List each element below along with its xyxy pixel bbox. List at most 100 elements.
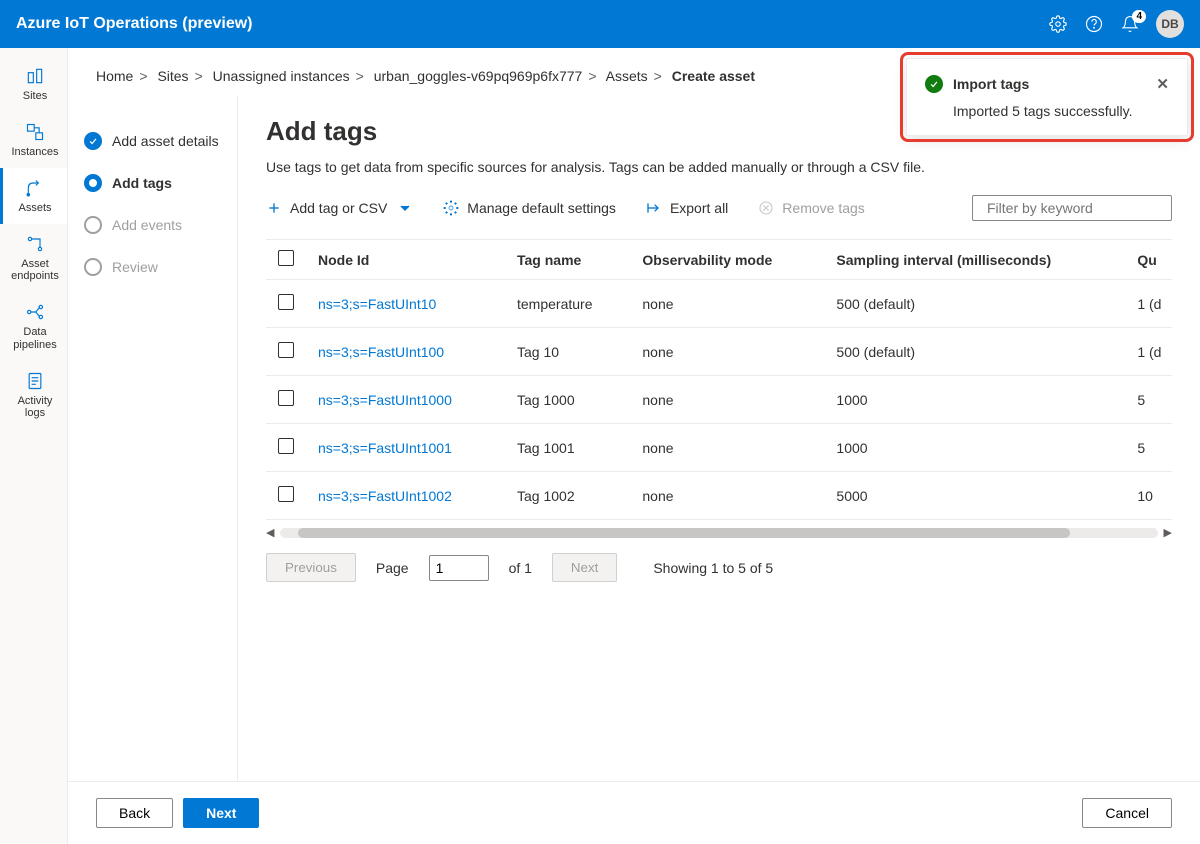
table-row[interactable]: ns=3;s=FastUInt1002Tag 1002none500010 — [266, 472, 1172, 520]
breadcrumb-instance[interactable]: urban_goggles-v69pq969p6fx777 — [374, 68, 583, 84]
sampling-cell: 500 (default) — [824, 280, 1125, 328]
step-review[interactable]: Review — [84, 246, 221, 288]
table-row[interactable]: ns=3;s=FastUInt100Tag 10none500 (default… — [266, 328, 1172, 376]
breadcrumb-assets[interactable]: Assets — [606, 68, 648, 84]
page-label: Page — [376, 560, 409, 576]
tag-name-cell: Tag 10 — [505, 328, 630, 376]
col-tag-name[interactable]: Tag name — [505, 240, 630, 280]
settings-icon[interactable] — [1048, 14, 1068, 34]
queue-cell: 10 — [1125, 472, 1172, 520]
page-of-label: of 1 — [509, 560, 532, 576]
next-page-button: Next — [552, 553, 617, 582]
nav-activity-logs[interactable]: Activity logs — [0, 361, 67, 429]
col-sampling[interactable]: Sampling interval (milliseconds) — [824, 240, 1125, 280]
queue-cell: 5 — [1125, 424, 1172, 472]
nav-data-pipelines[interactable]: Data pipelines — [0, 292, 67, 360]
nav-sites[interactable]: Sites — [0, 56, 67, 112]
main-panel: Add tags Use tags to get data from speci… — [238, 96, 1200, 781]
import-success-toast: Import tags ✕ Imported 5 tags successful… — [906, 58, 1188, 136]
node-id-cell[interactable]: ns=3;s=FastUInt10 — [306, 280, 505, 328]
table-row[interactable]: ns=3;s=FastUInt10temperaturenone500 (def… — [266, 280, 1172, 328]
next-button[interactable]: Next — [183, 798, 259, 828]
queue-cell: 1 (d — [1125, 280, 1172, 328]
add-tag-button[interactable]: Add tag or CSV — [266, 200, 413, 216]
wizard-footer: Back Next Cancel — [68, 781, 1200, 844]
step-nav: Add asset details Add tags Add events Re… — [68, 96, 238, 781]
left-nav: Sites Instances Assets Asset endpoints D… — [0, 48, 68, 844]
node-id-cell[interactable]: ns=3;s=FastUInt1002 — [306, 472, 505, 520]
success-icon — [925, 75, 943, 93]
breadcrumb-current: Create asset — [672, 68, 755, 84]
filter-input[interactable] — [987, 200, 1168, 216]
node-id-cell[interactable]: ns=3;s=FastUInt100 — [306, 328, 505, 376]
previous-page-button: Previous — [266, 553, 356, 582]
check-icon — [84, 132, 102, 150]
tag-name-cell: Tag 1002 — [505, 472, 630, 520]
top-bar-actions: 4 DB — [1048, 10, 1184, 38]
observability-cell: none — [630, 328, 824, 376]
observability-cell: none — [630, 376, 824, 424]
toast-title: Import tags — [953, 76, 1029, 92]
pager: Previous Page of 1 Next Showing 1 to 5 o… — [266, 539, 1172, 602]
node-id-cell[interactable]: ns=3;s=FastUInt1001 — [306, 424, 505, 472]
manage-settings-button[interactable]: Manage default settings — [443, 200, 616, 216]
step-add-asset-details[interactable]: Add asset details — [84, 120, 221, 162]
notification-badge: 4 — [1132, 10, 1146, 23]
notification-icon[interactable]: 4 — [1120, 14, 1140, 34]
scroll-right-icon[interactable]: ▶ — [1164, 526, 1172, 539]
tag-name-cell: Tag 1000 — [505, 376, 630, 424]
nav-instances[interactable]: Instances — [0, 112, 67, 168]
page-description: Use tags to get data from specific sourc… — [266, 159, 1172, 175]
col-queue[interactable]: Qu — [1125, 240, 1172, 280]
table-row[interactable]: ns=3;s=FastUInt1000Tag 1000none10005 — [266, 376, 1172, 424]
back-button[interactable]: Back — [96, 798, 173, 828]
tags-table: Node Id Tag name Observability mode Samp… — [266, 239, 1172, 520]
row-checkbox[interactable] — [278, 486, 294, 502]
breadcrumb-home[interactable]: Home — [96, 68, 133, 84]
tag-name-cell: temperature — [505, 280, 630, 328]
queue-cell: 5 — [1125, 376, 1172, 424]
export-all-button[interactable]: Export all — [646, 200, 728, 216]
page-input[interactable] — [429, 555, 489, 581]
sampling-cell: 1000 — [824, 424, 1125, 472]
toast-close-icon[interactable]: ✕ — [1156, 75, 1169, 93]
filter-input-wrapper[interactable] — [972, 195, 1172, 221]
nav-asset-endpoints[interactable]: Asset endpoints — [0, 224, 67, 292]
top-bar: Azure IoT Operations (preview) 4 DB — [0, 0, 1200, 48]
observability-cell: none — [630, 424, 824, 472]
sampling-cell: 1000 — [824, 376, 1125, 424]
pending-step-icon — [84, 216, 102, 234]
sampling-cell: 500 (default) — [824, 328, 1125, 376]
select-all-checkbox[interactable] — [278, 250, 294, 266]
pending-step-icon — [84, 258, 102, 276]
remove-tags-button: Remove tags — [758, 200, 864, 216]
step-add-events[interactable]: Add events — [84, 204, 221, 246]
showing-label: Showing 1 to 5 of 5 — [653, 560, 773, 576]
observability-cell: none — [630, 280, 824, 328]
row-checkbox[interactable] — [278, 342, 294, 358]
nav-assets[interactable]: Assets — [0, 168, 67, 224]
breadcrumb-sites[interactable]: Sites — [157, 68, 188, 84]
row-checkbox[interactable] — [278, 390, 294, 406]
active-step-icon — [84, 174, 102, 192]
user-avatar[interactable]: DB — [1156, 10, 1184, 38]
step-add-tags[interactable]: Add tags — [84, 162, 221, 204]
node-id-cell[interactable]: ns=3;s=FastUInt1000 — [306, 376, 505, 424]
product-title: Azure IoT Operations (preview) — [16, 15, 252, 33]
queue-cell: 1 (d — [1125, 328, 1172, 376]
tag-name-cell: Tag 1001 — [505, 424, 630, 472]
scroll-left-icon[interactable]: ◀ — [266, 526, 274, 539]
help-icon[interactable] — [1084, 14, 1104, 34]
breadcrumb-unassigned[interactable]: Unassigned instances — [213, 68, 350, 84]
col-node-id[interactable]: Node Id — [306, 240, 505, 280]
toolbar: Add tag or CSV Manage default settings E… — [266, 189, 1172, 239]
table-header-row: Node Id Tag name Observability mode Samp… — [266, 240, 1172, 280]
sampling-cell: 5000 — [824, 472, 1125, 520]
cancel-button[interactable]: Cancel — [1082, 798, 1172, 828]
horizontal-scrollbar[interactable]: ◀ ▶ — [266, 526, 1172, 539]
observability-cell: none — [630, 472, 824, 520]
col-observability[interactable]: Observability mode — [630, 240, 824, 280]
row-checkbox[interactable] — [278, 438, 294, 454]
row-checkbox[interactable] — [278, 294, 294, 310]
table-row[interactable]: ns=3;s=FastUInt1001Tag 1001none10005 — [266, 424, 1172, 472]
